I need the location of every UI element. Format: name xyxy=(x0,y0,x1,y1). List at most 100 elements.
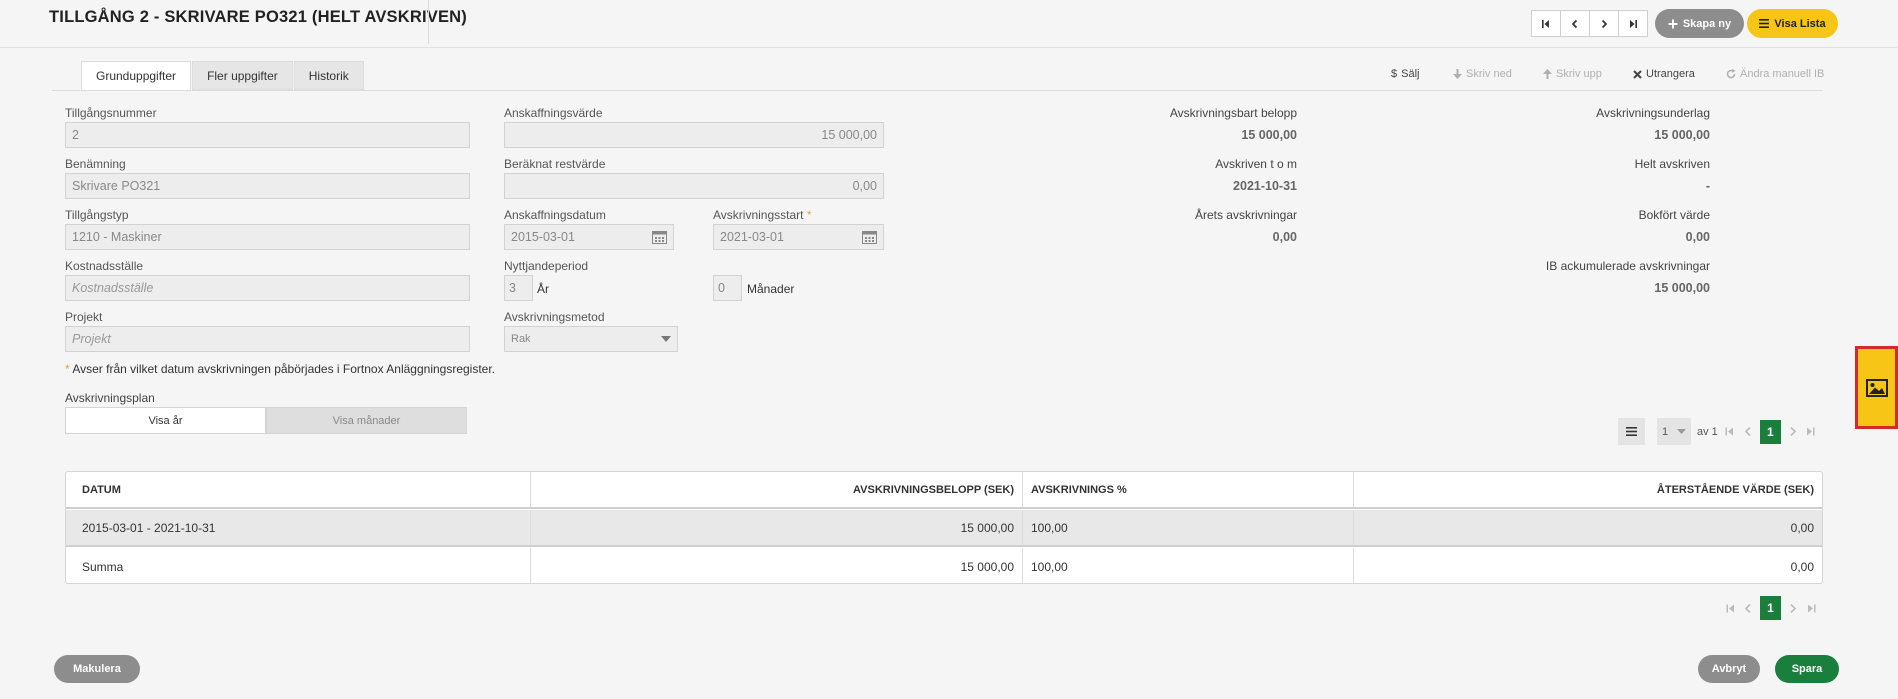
useful-life-years-field[interactable]: 3 xyxy=(504,275,533,301)
residual-value-field[interactable]: 0,00 xyxy=(504,173,884,199)
side-panel-button[interactable] xyxy=(1855,346,1898,429)
chevron-left-icon xyxy=(1571,19,1578,28)
scrap-action[interactable]: Utrangera xyxy=(1633,68,1695,80)
fully-depreciated-value: - xyxy=(1705,179,1710,193)
first-icon xyxy=(1542,19,1549,28)
sell-label: Sälj xyxy=(1401,68,1420,80)
cell-amount: 15 000,00 xyxy=(531,510,1023,545)
total-label: Summa xyxy=(66,548,531,583)
create-new-button[interactable]: Skapa ny xyxy=(1655,9,1744,38)
show-months-button[interactable]: Visa månader xyxy=(266,407,467,434)
acquisition-value-field[interactable]: 15 000,00 xyxy=(504,122,884,148)
write-up-action[interactable]: Skriv upp xyxy=(1543,68,1602,80)
useful-life-months-field[interactable]: 0 xyxy=(713,275,742,301)
depreciated-until-label: Avskriven t o m xyxy=(1215,157,1297,171)
depreciation-basis-value: 15 000,00 xyxy=(1654,128,1710,142)
next-page-icon[interactable] xyxy=(1787,426,1799,438)
acquisition-date-field[interactable]: 2015-03-01 xyxy=(504,224,674,250)
cost-center-label: Kostnadsställe xyxy=(65,259,144,273)
last-icon xyxy=(1630,19,1637,28)
void-button[interactable]: Makulera xyxy=(54,655,140,683)
table-header-row: DATUM AVSKRIVNINGSBELOPP (SEK) AVSKRIVNI… xyxy=(66,472,1822,509)
first-page-icon[interactable] xyxy=(1724,426,1736,438)
name-label: Benämning xyxy=(65,157,126,171)
next-record-button[interactable] xyxy=(1589,10,1619,37)
close-icon xyxy=(1633,69,1642,79)
scrap-label: Utrangera xyxy=(1646,68,1695,80)
last-page-icon[interactable] xyxy=(1805,426,1817,438)
years-unit: År xyxy=(537,282,549,296)
plan-label: Avskrivningsplan xyxy=(65,391,155,405)
chevron-down-icon xyxy=(1677,429,1686,434)
write-down-label: Skriv ned xyxy=(1466,68,1512,80)
note-star: * xyxy=(65,362,70,376)
year-depreciations-label: Årets avskrivningar xyxy=(1194,208,1297,222)
depreciation-basis-label: Avskrivningsunderlag xyxy=(1596,106,1710,120)
depreciation-start-field[interactable]: 2021-03-01 xyxy=(713,224,884,250)
column-header-date[interactable]: DATUM xyxy=(66,472,531,507)
first-record-button[interactable] xyxy=(1531,10,1561,37)
method-select[interactable]: Rak xyxy=(504,326,678,352)
year-depreciations-value: 0,00 xyxy=(1272,230,1297,244)
current-page[interactable]: 1 xyxy=(1760,596,1781,620)
depreciation-plan-table: DATUM AVSKRIVNINGSBELOPP (SEK) AVSKRIVNI… xyxy=(65,471,1823,584)
bottom-pager: 1 xyxy=(1724,596,1817,620)
tab-divider xyxy=(52,90,1823,91)
column-header-percent[interactable]: AVSKRIVNINGS % xyxy=(1023,472,1354,507)
depreciable-amount-label: Avskrivningsbart belopp xyxy=(1169,106,1297,120)
page-size-select[interactable]: 1 xyxy=(1657,418,1691,445)
sell-action[interactable]: $ Sälj xyxy=(1391,68,1419,80)
name-field[interactable]: Skrivare PO321 xyxy=(65,173,470,199)
cancel-button[interactable]: Avbryt xyxy=(1698,655,1760,683)
total-amount: 15 000,00 xyxy=(531,548,1023,583)
asset-number-field[interactable]: 2 xyxy=(65,122,470,148)
tab-bar: Grunduppgifter Fler uppgifter Historik xyxy=(81,61,365,90)
menu-icon xyxy=(1626,427,1637,436)
cost-center-field[interactable]: Kostnadsställe xyxy=(65,275,470,301)
page-header: TILLGÅNG 2 - SKRIVARE PO321 (HELT AVSKRI… xyxy=(0,0,1898,48)
current-page[interactable]: 1 xyxy=(1759,419,1781,444)
last-record-button[interactable] xyxy=(1618,10,1648,37)
save-button[interactable]: Spara xyxy=(1775,655,1839,683)
project-field[interactable]: Projekt xyxy=(65,326,470,352)
next-page-icon[interactable] xyxy=(1787,602,1799,614)
page-of-label: av 1 xyxy=(1697,425,1718,438)
show-list-button[interactable]: Visa Lista xyxy=(1747,9,1838,38)
record-navigation xyxy=(1531,10,1648,37)
calendar-icon[interactable] xyxy=(862,230,877,244)
fully-depreciated-label: Helt avskriven xyxy=(1634,157,1710,171)
column-header-remaining[interactable]: ÅTERSTÅENDE VÄRDE (SEK) xyxy=(1354,472,1822,507)
chevron-right-icon xyxy=(1601,19,1608,28)
column-menu-button[interactable] xyxy=(1618,418,1645,445)
list-icon xyxy=(1759,19,1770,28)
book-value-value: 0,00 xyxy=(1685,230,1710,244)
arrow-up-icon xyxy=(1543,69,1552,79)
table-total-row: Summa 15 000,00 100,00 0,00 xyxy=(66,548,1822,583)
calendar-icon[interactable] xyxy=(652,230,667,244)
plan-view-toggle: Visa år Visa månader xyxy=(65,407,467,434)
last-page-icon[interactable] xyxy=(1805,602,1817,614)
refresh-icon xyxy=(1726,69,1736,79)
previous-page-icon[interactable] xyxy=(1742,602,1754,614)
depreciation-start-label: Avskrivningsstart * xyxy=(713,208,812,222)
change-ib-action[interactable]: Ändra manuell IB xyxy=(1726,68,1824,80)
previous-record-button[interactable] xyxy=(1560,10,1590,37)
title-divider xyxy=(428,0,429,44)
asset-number-label: Tillgångsnummer xyxy=(65,106,157,120)
write-up-label: Skriv upp xyxy=(1556,68,1602,80)
tab-historik[interactable]: Historik xyxy=(293,61,364,90)
tab-fler-uppgifter[interactable]: Fler uppgifter xyxy=(192,61,293,90)
write-down-action[interactable]: Skriv ned xyxy=(1453,68,1512,80)
previous-page-icon[interactable] xyxy=(1742,426,1754,438)
first-page-icon[interactable] xyxy=(1724,602,1736,614)
tab-grunduppgifter[interactable]: Grunduppgifter xyxy=(81,61,192,90)
total-remaining: 0,00 xyxy=(1790,559,1814,574)
plus-icon xyxy=(1668,19,1678,28)
chevron-down-icon xyxy=(661,336,671,342)
change-ib-label: Ändra manuell IB xyxy=(1740,68,1825,80)
asset-type-field[interactable]: 1210 - Maskiner xyxy=(65,224,470,250)
table-row[interactable]: 2015-03-01 - 2021-10-31 15 000,00 100,00… xyxy=(66,510,1822,547)
column-header-amount[interactable]: AVSKRIVNINGSBELOPP (SEK) xyxy=(531,472,1023,507)
top-pager: 1 av 1 1 xyxy=(1618,418,1817,445)
show-years-button[interactable]: Visa år xyxy=(65,407,266,434)
